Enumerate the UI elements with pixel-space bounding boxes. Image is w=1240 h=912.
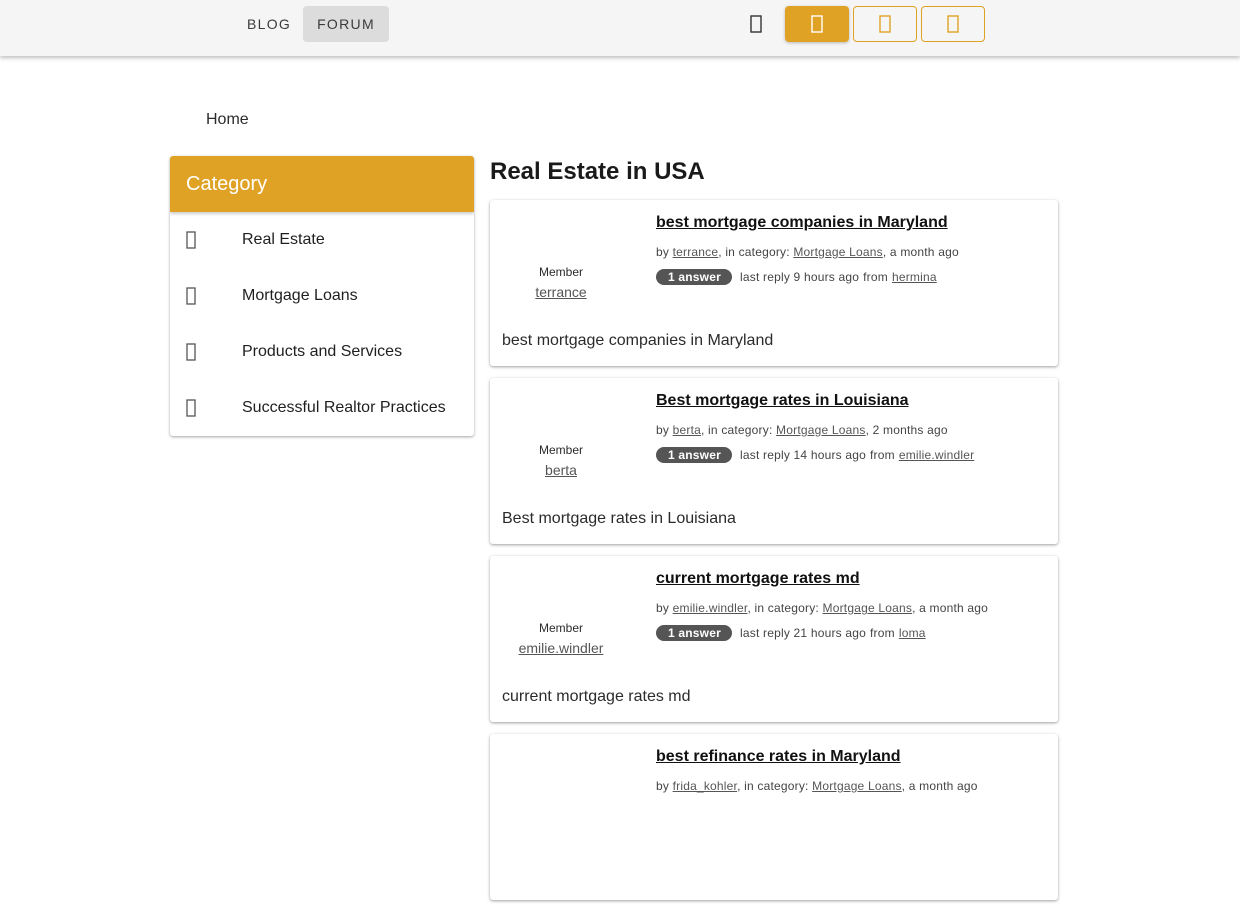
posted-time: , a month ago: [901, 779, 978, 793]
category-prefix: , in category:: [718, 245, 790, 259]
author-role: Member: [538, 265, 583, 279]
reply-user-link[interactable]: loma: [899, 626, 926, 640]
category-icon: [170, 231, 242, 249]
post-card: best refinance rates in Maryland by frid…: [490, 734, 1058, 900]
by-prefix: by: [656, 245, 670, 259]
meta-author-link[interactable]: frida_kohler: [673, 779, 737, 793]
by-prefix: by: [656, 423, 670, 437]
category-link[interactable]: Mortgage Loans: [812, 779, 902, 793]
post-excerpt: best mortgage companies in Maryland: [502, 332, 774, 349]
page-title: Real Estate in USA: [490, 158, 705, 185]
outline-action-icon: [947, 15, 959, 33]
answer-count-badge: 1 answer: [656, 269, 732, 285]
last-reply-text: last reply 21 hours ago: [740, 626, 867, 640]
category-icon: [170, 343, 242, 361]
primary-action-button[interactable]: [785, 6, 849, 42]
primary-action-icon: [811, 15, 823, 33]
sidebar-item-mortgage-loans[interactable]: Mortgage Loans: [170, 268, 474, 324]
post-title-link[interactable]: Best mortgage rates in Louisiana: [656, 392, 909, 410]
post-card: Member terrance best mortgage companies …: [490, 200, 1058, 366]
sidebar-item-successful-realtor-practices[interactable]: Successful Realtor Practices: [170, 380, 474, 436]
reply-info: 1 answer last reply 9 hours ago from her…: [656, 269, 937, 285]
post-title-link[interactable]: best refinance rates in Maryland: [656, 748, 901, 766]
search-button[interactable]: [738, 6, 774, 42]
by-prefix: by: [656, 779, 670, 793]
sidebar-item-label: Real Estate: [242, 231, 325, 248]
nav-link-blog[interactable]: BLOG: [231, 6, 307, 42]
post-meta: by frida_kohler, in category: Mortgage L…: [656, 779, 978, 793]
category-prefix: , in category:: [737, 779, 809, 793]
sidebar-item-products-and-services[interactable]: Products and Services: [170, 324, 474, 380]
category-prefix: , in category:: [700, 423, 773, 437]
reply-user-link[interactable]: emilie.windler: [899, 448, 975, 462]
outline-action-button-2[interactable]: [921, 6, 985, 42]
author-role: Member: [538, 621, 583, 635]
nav-link-forum[interactable]: FORUM: [303, 6, 389, 42]
post-card: Member emilie.windler current mortgage r…: [490, 556, 1058, 722]
post-meta: by emilie.windler, in category: Mortgage…: [656, 601, 988, 615]
category-header: Category: [170, 156, 474, 212]
last-reply-text: last reply 9 hours ago: [740, 270, 860, 284]
author-link[interactable]: emilie.windler: [519, 640, 604, 656]
from-label: from: [870, 448, 895, 462]
author-block: Member terrance: [490, 264, 632, 302]
category-sidebar: Category Real Estate Mortgage Loans Prod…: [170, 156, 474, 436]
sidebar-item-label: Mortgage Loans: [242, 287, 358, 304]
reply-info: 1 answer last reply 21 hours ago from lo…: [656, 625, 926, 641]
breadcrumb: Home: [206, 111, 249, 129]
author-role: Member: [538, 443, 583, 457]
answer-count-badge: 1 answer: [656, 625, 732, 641]
from-label: from: [863, 270, 888, 284]
outline-action-icon: [879, 15, 891, 33]
answer-count-badge: 1 answer: [656, 447, 732, 463]
author-block: Member emilie.windler: [490, 620, 632, 658]
author-link[interactable]: berta: [545, 462, 577, 478]
last-reply-text: last reply 14 hours ago: [740, 448, 867, 462]
category-link[interactable]: Mortgage Loans: [776, 423, 866, 437]
author-link[interactable]: terrance: [535, 284, 586, 300]
top-navigation-bar: BLOG FORUM: [0, 0, 1240, 56]
post-title-link[interactable]: current mortgage rates md: [656, 570, 860, 588]
post-excerpt: current mortgage rates md: [502, 688, 691, 705]
sidebar-item-label: Successful Realtor Practices: [242, 399, 446, 416]
sidebar-item-label: Products and Services: [242, 343, 403, 360]
meta-author-link[interactable]: berta: [673, 423, 701, 437]
outline-action-button-1[interactable]: [853, 6, 917, 42]
from-label: from: [870, 626, 895, 640]
reply-info: 1 answer last reply 14 hours ago from em…: [656, 447, 974, 463]
posted-time: , a month ago: [912, 601, 989, 615]
breadcrumb-home[interactable]: Home: [206, 111, 249, 128]
post-meta: by terrance, in category: Mortgage Loans…: [656, 245, 959, 259]
author-block: Member berta: [490, 442, 632, 480]
category-icon: [170, 287, 242, 305]
post-meta: by berta, in category: Mortgage Loans, 2…: [656, 423, 948, 437]
post-title-link[interactable]: best mortgage companies in Maryland: [656, 214, 948, 232]
category-prefix: , in category:: [747, 601, 819, 615]
category-link[interactable]: Mortgage Loans: [793, 245, 883, 259]
by-prefix: by: [656, 601, 670, 615]
category-icon: [170, 399, 242, 417]
search-icon: [750, 15, 762, 33]
posted-time: , 2 months ago: [865, 423, 948, 437]
reply-user-link[interactable]: hermina: [892, 270, 937, 284]
meta-author-link[interactable]: terrance: [673, 245, 719, 259]
post-list: Member terrance best mortgage companies …: [490, 200, 1058, 912]
category-link[interactable]: Mortgage Loans: [823, 601, 913, 615]
post-excerpt: Best mortgage rates in Louisiana: [502, 510, 736, 527]
post-card: Member berta Best mortgage rates in Loui…: [490, 378, 1058, 544]
posted-time: , a month ago: [882, 245, 959, 259]
meta-author-link[interactable]: emilie.windler: [673, 601, 748, 615]
sidebar-item-real-estate[interactable]: Real Estate: [170, 212, 474, 268]
